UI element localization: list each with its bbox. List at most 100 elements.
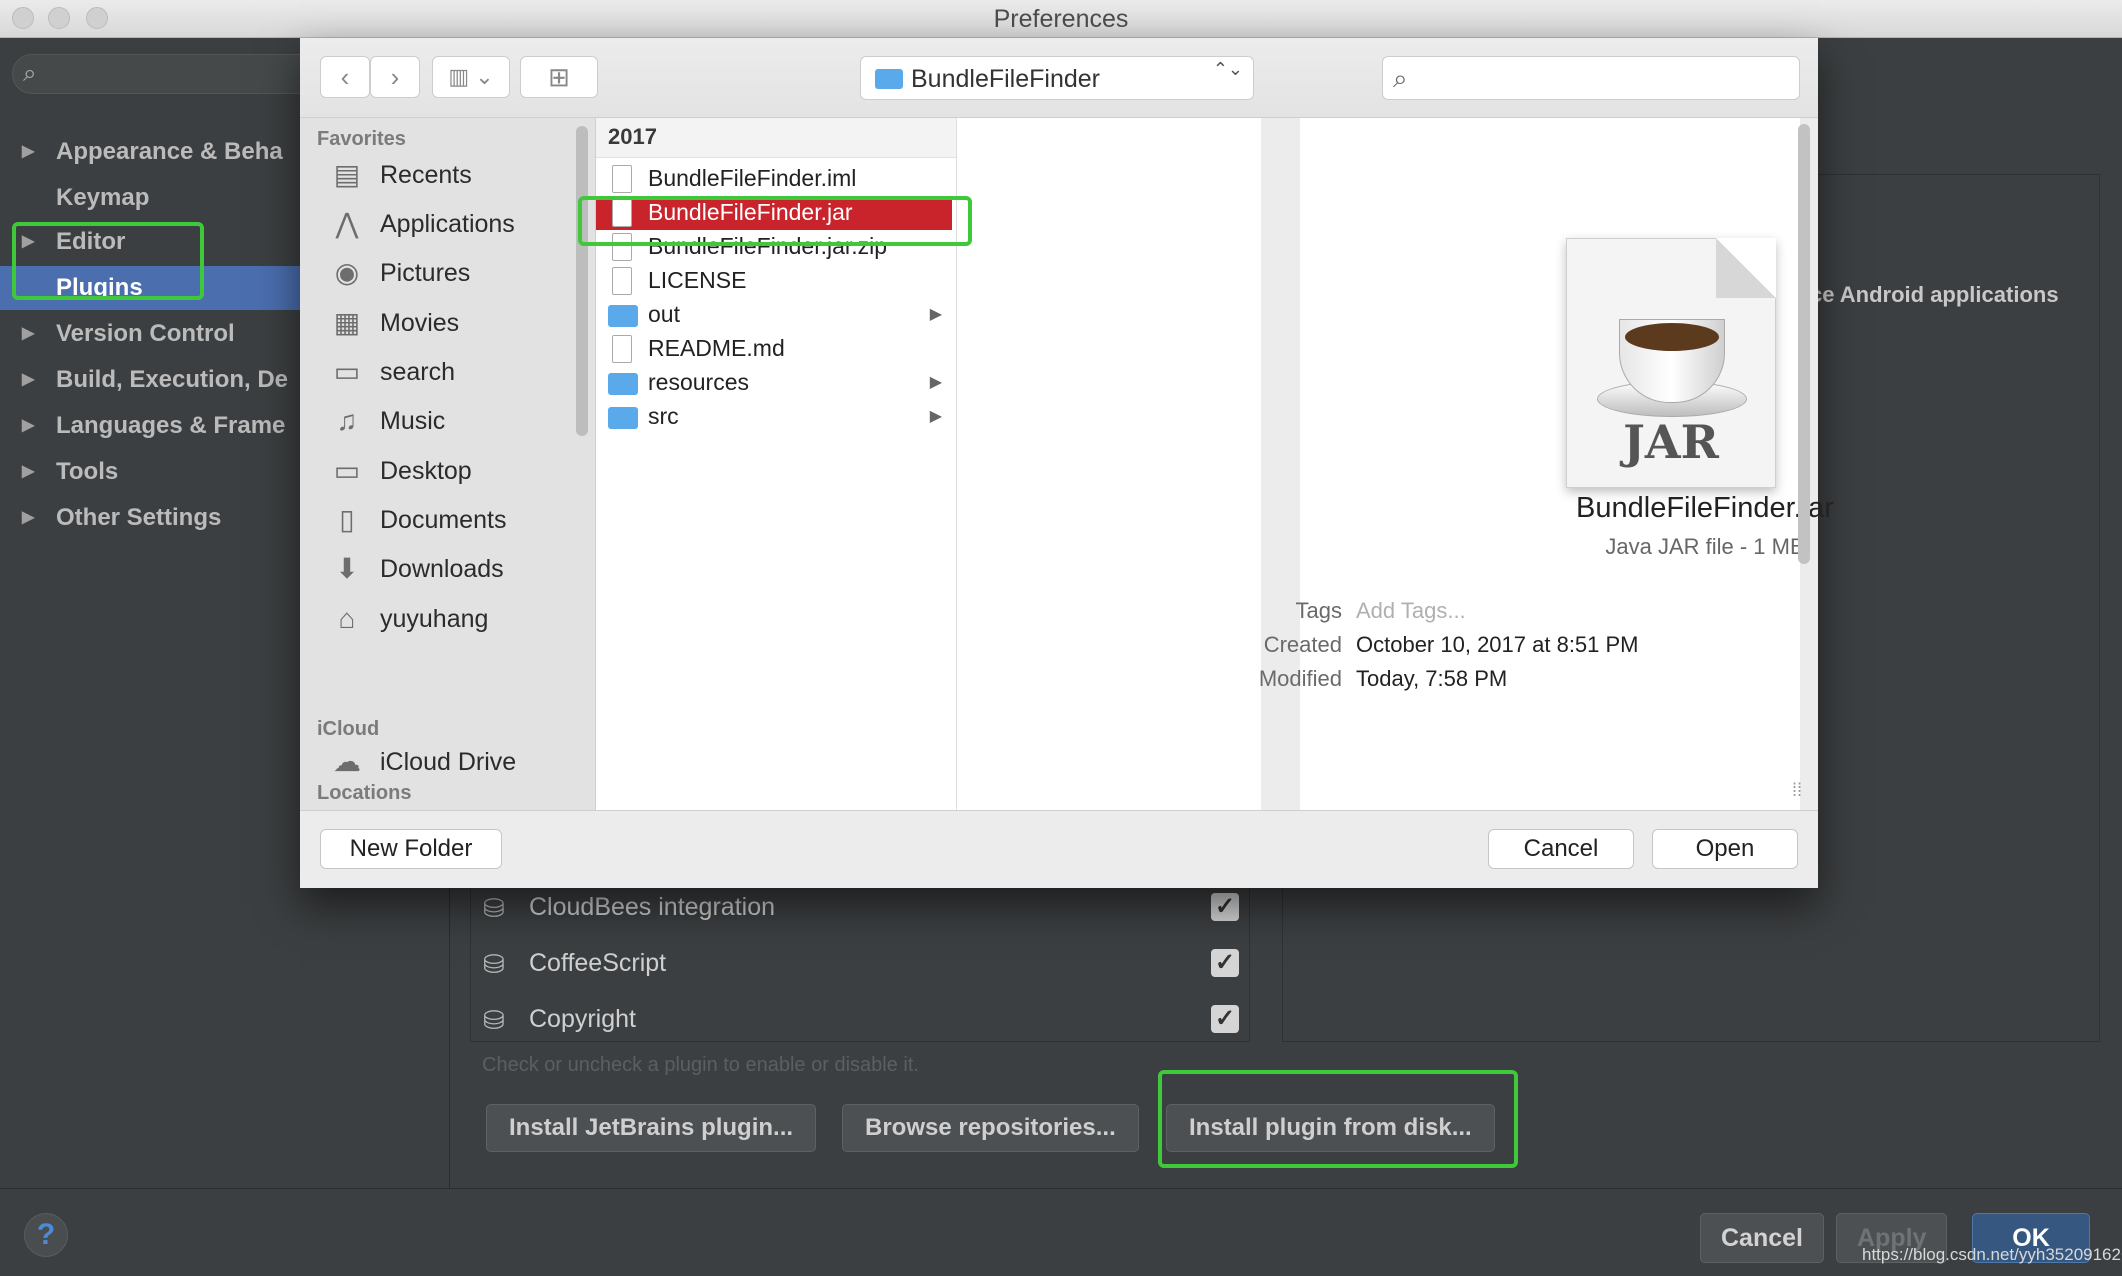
- column-header-label: 2017: [608, 124, 657, 149]
- folder-row[interactable]: out ▶: [596, 298, 952, 332]
- new-folder-icon[interactable]: ⊞: [520, 56, 598, 98]
- updown-arrows-icon: ⌃⌄: [1212, 59, 1243, 79]
- sidebar-item-label: Recents: [380, 161, 472, 189]
- sidebar-item-label: Tools: [56, 458, 119, 485]
- browse-repositories-button[interactable]: Browse repositories...: [842, 1104, 1139, 1152]
- disclosure-arrow-icon: ▶: [929, 306, 942, 323]
- plugin-row[interactable]: ⛁ CloudBees integration ✓: [471, 881, 1249, 937]
- forward-button[interactable]: ›: [370, 56, 420, 98]
- path-popup-label: BundleFileFinder: [911, 65, 1100, 93]
- plugin-enabled-checkbox[interactable]: ✓: [1211, 1005, 1239, 1033]
- plugin-name: CloudBees integration: [529, 893, 775, 921]
- expand-arrow-icon[interactable]: ▶: [22, 220, 34, 264]
- home-icon: ⌂: [338, 603, 356, 634]
- dialog-cancel-button[interactable]: Cancel: [1488, 829, 1634, 869]
- folder-icon: [875, 69, 903, 89]
- sidebar-item-label: Languages & Frame: [56, 412, 286, 439]
- view-mode-button[interactable]: ▥ ⌄: [432, 56, 510, 98]
- file-row[interactable]: BundleFileFinder.jar.zip: [596, 230, 952, 264]
- plugin-icon: ⛁: [483, 893, 505, 923]
- path-popup[interactable]: BundleFileFinder ⌃⌄: [860, 56, 1254, 100]
- file-row[interactable]: LICENSE: [596, 264, 952, 298]
- sidebar-item-label: Downloads: [380, 555, 504, 583]
- new-folder-button[interactable]: New Folder: [320, 829, 502, 869]
- install-plugin-from-disk-button[interactable]: Install plugin from disk...: [1166, 1104, 1495, 1152]
- plugin-enabled-checkbox[interactable]: ✓: [1211, 949, 1239, 977]
- dialog-search-input[interactable]: ⌕: [1382, 56, 1800, 100]
- disclosure-arrow-icon: ▶: [929, 374, 942, 391]
- sidebar-item-label: Applications: [380, 210, 515, 238]
- back-button[interactable]: ‹: [320, 56, 370, 98]
- locations-header: Locations: [317, 782, 412, 804]
- browser-column: 2017 BundleFileFinder.iml BundleFileFind…: [596, 118, 956, 810]
- zip-file-icon: [612, 233, 632, 261]
- search-icon: ⌕: [23, 60, 37, 87]
- file-name: LICENSE: [648, 267, 747, 293]
- sidebar-item-label: Keymap: [56, 184, 150, 211]
- file-row[interactable]: BundleFileFinder.iml: [596, 162, 952, 196]
- dialog-sidebar: Favorites ▤ Recents ⋀ Applications ◉ Pic…: [300, 118, 596, 810]
- coffee-shape: [1625, 323, 1719, 351]
- sidebar-item-label: Documents: [380, 506, 507, 534]
- folder-row[interactable]: resources ▶: [596, 366, 952, 400]
- sidebar-item-label: Pictures: [380, 259, 471, 287]
- plugin-row[interactable]: ⛁ Copyright ✓: [471, 993, 1249, 1041]
- file-row-selected[interactable]: BundleFileFinder.jar: [596, 196, 952, 230]
- preview-scrollbar[interactable]: [1798, 124, 1810, 564]
- document-icon: [612, 165, 632, 193]
- expand-arrow-icon[interactable]: ▶: [22, 450, 34, 494]
- file-name: BundleFileFinder.iml: [648, 165, 857, 191]
- sidebar-item-label: Movies: [380, 309, 460, 337]
- dialog-toolbar: ‹ › ▥ ⌄ ⊞ BundleFileFinder ⌃⌄ ⌕: [300, 38, 1818, 118]
- cancel-button[interactable]: Cancel: [1700, 1213, 1824, 1263]
- sidebar-item-label: Build, Execution, De: [56, 366, 289, 393]
- expand-arrow-icon[interactable]: ▶: [22, 496, 34, 540]
- sidebar-item-label: Version Control: [56, 320, 235, 347]
- expand-arrow-icon[interactable]: ▶: [22, 312, 34, 356]
- page-fold: [1716, 238, 1776, 298]
- tags-input[interactable]: Add Tags...: [1356, 598, 1466, 624]
- plugin-name: CoffeeScript: [529, 949, 667, 977]
- documents-icon: ▯: [339, 504, 355, 535]
- install-jetbrains-plugin-button[interactable]: Install JetBrains plugin...: [486, 1104, 817, 1152]
- favorites-header: Favorites: [317, 128, 406, 150]
- music-icon: ♫: [336, 405, 358, 436]
- column-header: 2017: [596, 118, 956, 158]
- file-name: README.md: [648, 335, 785, 361]
- plugin-list[interactable]: ⛁ CloudBees integration ✓ ⛁ CoffeeScript…: [470, 880, 1250, 1042]
- icloud-header: iCloud: [317, 718, 380, 740]
- file-name: resources: [648, 369, 749, 395]
- sidebar-scrollbar[interactable]: [576, 126, 588, 436]
- watermark-text: https://blog.csdn.net/yyh352091626: [1862, 1245, 2122, 1264]
- folder-icon: [608, 305, 638, 327]
- file-name: out: [648, 301, 680, 327]
- jar-icon-label: JAR: [1623, 415, 1719, 469]
- resize-grip-icon[interactable]: ⁞⁞: [1792, 780, 1802, 801]
- open-button[interactable]: Open: [1652, 829, 1798, 869]
- expand-arrow-icon[interactable]: ▶: [22, 358, 34, 402]
- preferences-footer: ? Cancel Apply OK: [0, 1188, 2122, 1276]
- expand-arrow-icon[interactable]: ▶: [22, 404, 34, 448]
- cloud-icon: ☁: [333, 746, 361, 777]
- plugin-icon: ⛁: [483, 1005, 505, 1035]
- dialog-button-bar: New Folder Cancel Open: [300, 810, 1818, 888]
- plugin-hint-text: Check or uncheck a plugin to enable or d…: [482, 1054, 919, 1076]
- file-row[interactable]: README.md: [596, 332, 952, 366]
- sidebar-item-label: Plugins: [56, 274, 143, 301]
- camera-icon: ◉: [334, 257, 360, 288]
- folder-icon: [608, 407, 638, 429]
- sidebar-item-label: Editor: [56, 228, 126, 255]
- plugin-row[interactable]: ⛁ CoffeeScript ✓: [471, 937, 1249, 993]
- file-name: BundleFileFinder.jar: [648, 199, 853, 225]
- help-button[interactable]: ?: [24, 1213, 68, 1257]
- plugin-icon: ⛁: [483, 949, 505, 979]
- folder-icon: ▭: [333, 356, 361, 387]
- plugin-enabled-checkbox[interactable]: ✓: [1211, 893, 1239, 921]
- sidebar-item-label: search: [380, 358, 456, 386]
- tags-label: Tags: [1295, 598, 1342, 623]
- folder-row[interactable]: src ▶: [596, 400, 952, 434]
- settings-search-input[interactable]: ⌕: [12, 54, 332, 94]
- expand-arrow-icon[interactable]: ▶: [22, 130, 34, 174]
- document-icon: [612, 335, 632, 363]
- desktop-icon: ▭: [333, 455, 361, 486]
